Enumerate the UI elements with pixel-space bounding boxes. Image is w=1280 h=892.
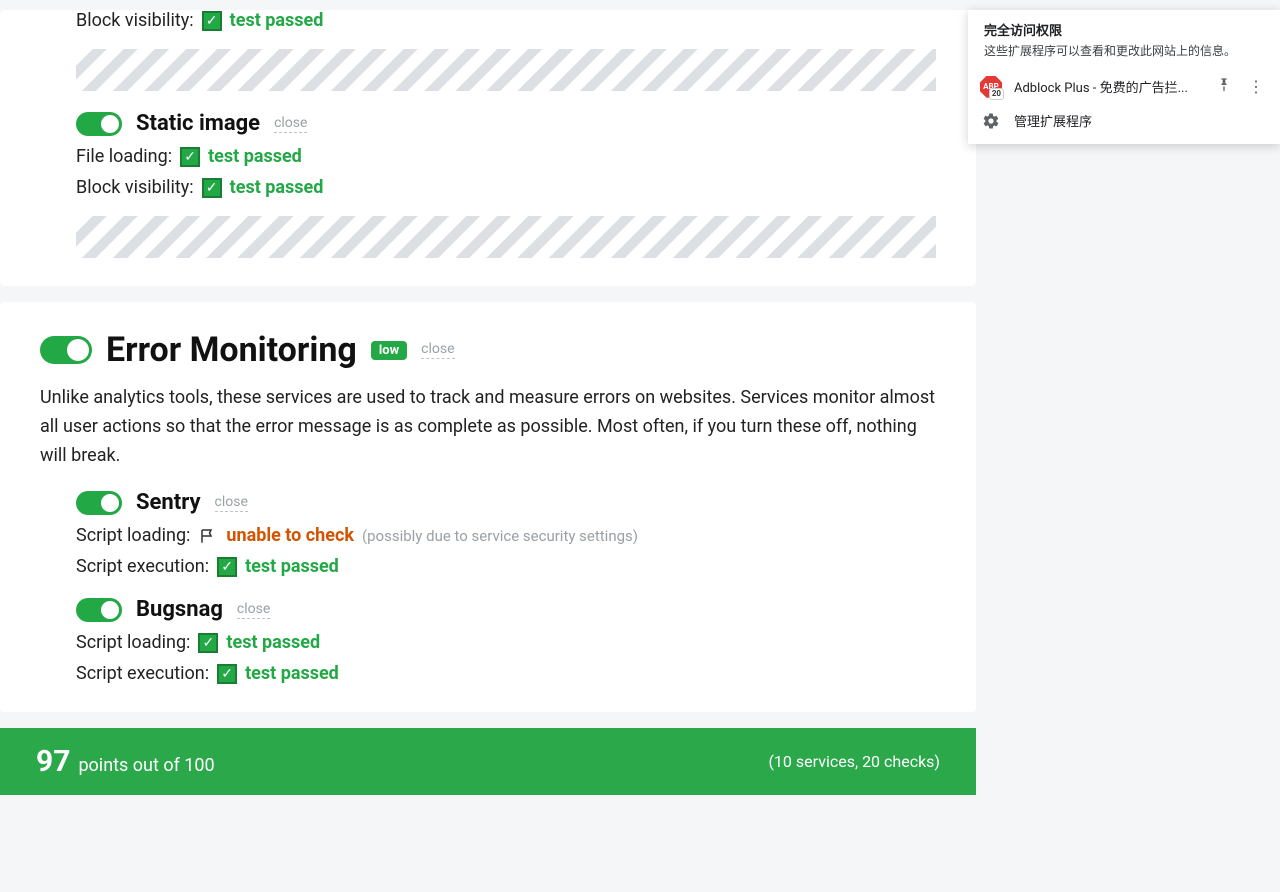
check-label: Script loading: — [76, 525, 190, 546]
check-line: Script loading: unable to check (possibl… — [76, 525, 936, 546]
toggle-error-monitoring[interactable] — [40, 336, 92, 364]
check-line: Script loading: ✓ test passed — [76, 632, 936, 653]
check-label: File loading: — [76, 146, 172, 167]
check-line: Script execution: ✓ test passed — [76, 556, 936, 577]
sub-item-bugsnag: Bugsnag close Script loading: ✓ test pas… — [40, 597, 936, 684]
extension-label: Adblock Plus - 免费的广告拦... — [1014, 77, 1204, 96]
flag-icon — [198, 526, 218, 546]
checkmark-icon: ✓ — [198, 633, 218, 653]
checkmark-icon: ✓ — [180, 147, 200, 167]
pin-icon[interactable] — [1216, 77, 1232, 97]
score-summary: (10 services, 20 checks) — [768, 752, 940, 771]
status-passed: test passed — [226, 632, 320, 653]
sub-title: Bugsnag — [136, 597, 223, 622]
badge-low: low — [371, 341, 407, 360]
sub-item-static-image: Static image close File loading: ✓ test … — [40, 111, 936, 258]
check-label: Script execution: — [76, 663, 209, 684]
abp-icon: ABP 20 — [980, 76, 1002, 98]
status-passed: test passed — [245, 556, 339, 577]
toggle-bugsnag[interactable] — [76, 598, 122, 622]
check-line: Block visibility: ✓ test passed — [76, 10, 936, 31]
status-passed: test passed — [230, 10, 324, 31]
score-points: 97 — [36, 744, 70, 779]
checkmark-icon: ✓ — [217, 664, 237, 684]
toggle-sentry[interactable] — [76, 491, 122, 515]
card-top: Block visibility: ✓ test passed Static i… — [0, 10, 976, 286]
checkmark-icon: ✓ — [202, 178, 222, 198]
sub-title: Sentry — [136, 490, 201, 515]
extension-label: 管理扩展程序 — [1014, 111, 1268, 130]
close-link[interactable]: close — [274, 115, 307, 133]
placeholder-stripe — [76, 216, 936, 258]
toggle-static-image[interactable] — [76, 112, 122, 136]
checkmark-icon: ✓ — [202, 11, 222, 31]
check-label: Script loading: — [76, 632, 190, 653]
section-description: Unlike analytics tools, these services a… — [40, 384, 936, 470]
sub-title: Static image — [136, 111, 260, 136]
section-title: Error Monitoring — [106, 330, 357, 370]
check-line: Block visibility: ✓ test passed — [76, 177, 936, 198]
status-passed: test passed — [208, 146, 302, 167]
extension-row-abp[interactable]: ABP 20 Adblock Plus - 免费的广告拦... ⋮ — [968, 70, 1280, 104]
close-link[interactable]: close — [421, 341, 454, 359]
more-icon[interactable]: ⋮ — [1244, 77, 1268, 96]
section-header: Error Monitoring low close — [40, 302, 936, 370]
close-link[interactable]: close — [237, 601, 270, 619]
check-label: Block visibility: — [76, 10, 194, 31]
check-label: Script execution: — [76, 556, 209, 577]
abp-badge: 20 — [989, 88, 1004, 100]
extensions-popup-title: 完全访问权限 — [968, 10, 1280, 41]
status-passed: test passed — [230, 177, 324, 198]
extension-row-manage[interactable]: 管理扩展程序 — [968, 104, 1280, 138]
sub-item-sentry: Sentry close Script loading: unable to c… — [40, 490, 936, 577]
extensions-popup: 完全访问权限 这些扩展程序可以查看和更改此网站上的信息。 ABP 20 Adbl… — [968, 10, 1280, 144]
status-hint: (possibly due to service security settin… — [362, 527, 638, 545]
check-line: File loading: ✓ test passed — [76, 146, 936, 167]
check-label: Block visibility: — [76, 177, 194, 198]
score-bar: 97 points out of 100 (10 services, 20 ch… — [0, 728, 976, 795]
card-error-monitoring: Error Monitoring low close Unlike analyt… — [0, 302, 976, 712]
score-text: points out of 100 — [78, 755, 214, 776]
checkmark-icon: ✓ — [217, 557, 237, 577]
close-link[interactable]: close — [215, 494, 248, 512]
placeholder-stripe — [76, 49, 936, 91]
gear-icon — [980, 110, 1002, 132]
check-line: Script execution: ✓ test passed — [76, 663, 936, 684]
status-unable: unable to check — [226, 525, 354, 546]
extensions-popup-subtitle: 这些扩展程序可以查看和更改此网站上的信息。 — [968, 41, 1280, 70]
status-passed: test passed — [245, 663, 339, 684]
